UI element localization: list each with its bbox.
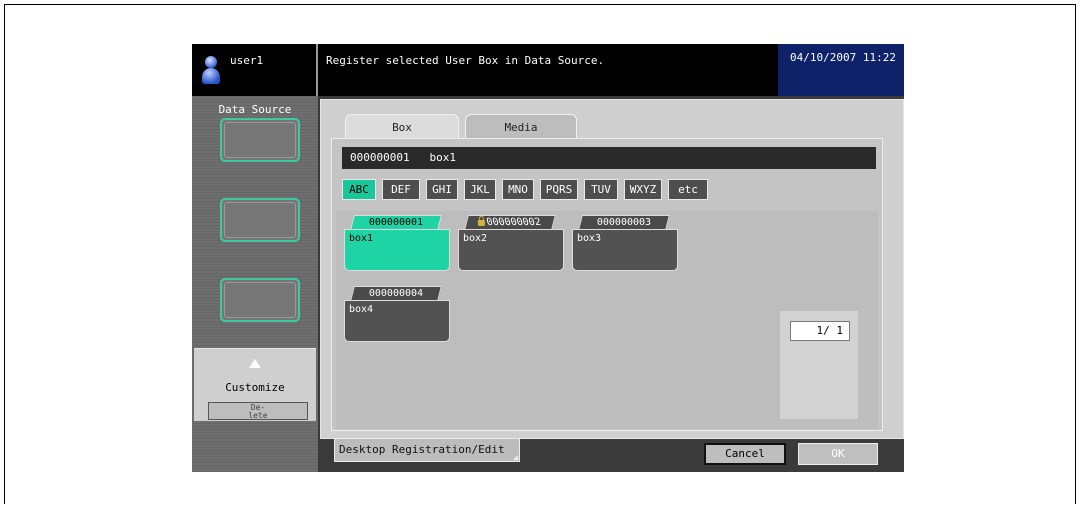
page-indicator-panel: 1/ 1 bbox=[780, 311, 858, 419]
ok-button[interactable]: OK bbox=[798, 443, 878, 465]
user-box-name: box4 bbox=[349, 304, 374, 315]
user-name: user1 bbox=[230, 54, 264, 67]
desktop-registration-button[interactable]: Desktop Registration/Edit bbox=[334, 438, 520, 462]
index-button-tuv[interactable]: TUV bbox=[584, 179, 618, 200]
user-box-name: box2 bbox=[463, 233, 488, 244]
tab-box[interactable]: Box bbox=[345, 114, 459, 140]
index-button-jkl[interactable]: JKL bbox=[464, 179, 496, 200]
customize-label: Customize bbox=[225, 381, 285, 394]
delete-label-line2: lete bbox=[248, 411, 268, 420]
index-button-wxyz[interactable]: WXYZ bbox=[624, 179, 662, 200]
user-indicator[interactable]: user1 bbox=[192, 44, 318, 96]
delete-button[interactable]: De- lete bbox=[208, 402, 308, 420]
index-button-abc[interactable]: ABC bbox=[342, 179, 376, 200]
selected-box-number: 000000001 bbox=[350, 151, 410, 164]
tab-media[interactable]: Media bbox=[465, 114, 577, 140]
message-area: Register selected User Box in Data Sourc… bbox=[318, 44, 778, 96]
data-source-slot-3[interactable] bbox=[220, 278, 300, 322]
index-button-pqrs[interactable]: PQRS bbox=[540, 179, 578, 200]
data-source-slot-2[interactable] bbox=[220, 198, 300, 242]
user-box-2[interactable]: 000000002 box2 bbox=[458, 215, 564, 271]
lock-icon bbox=[478, 220, 486, 226]
cancel-button[interactable]: Cancel bbox=[704, 443, 786, 465]
selected-box-display: 000000001 box1 bbox=[342, 147, 876, 169]
main-panel: Box Media 000000001 box1 ABC DEF GHI JKL… bbox=[320, 99, 904, 439]
page-number: 1/ 1 bbox=[790, 321, 850, 341]
user-box-4[interactable]: 000000004 box4 bbox=[344, 286, 450, 342]
user-box-name: box3 bbox=[577, 233, 602, 244]
user-box-number: 000000002 bbox=[485, 217, 543, 228]
user-box-1[interactable]: 000000001 box1 bbox=[344, 215, 450, 271]
user-box-number: 000000003 bbox=[596, 217, 651, 228]
message-text: Register selected User Box in Data Sourc… bbox=[326, 54, 605, 67]
user-box-list: 000000001 box1 000000002 box2 000000003 … bbox=[336, 211, 878, 429]
control-panel-screen: user1 Register selected User Box in Data… bbox=[192, 44, 904, 472]
selected-box-name: box1 bbox=[429, 151, 456, 164]
user-box-number: 000000004 bbox=[368, 288, 423, 299]
data-source-slot-1[interactable] bbox=[220, 118, 300, 162]
index-button-ghi[interactable]: GHI bbox=[426, 179, 458, 200]
user-box-3[interactable]: 000000003 box3 bbox=[572, 215, 678, 271]
index-button-mno[interactable]: MNO bbox=[502, 179, 534, 200]
delete-label-line1: De- bbox=[250, 403, 266, 412]
arrow-up-icon bbox=[249, 359, 261, 368]
index-button-etc[interactable]: etc bbox=[668, 179, 708, 200]
user-box-name: box1 bbox=[349, 233, 374, 244]
user-icon bbox=[202, 56, 220, 86]
box-tab-content: 000000001 box1 ABC DEF GHI JKL MNO PQRS … bbox=[331, 138, 883, 431]
datetime-text: 04/10/2007 11:22 bbox=[790, 51, 896, 64]
data-source-title: Data Source bbox=[218, 103, 292, 116]
index-button-def[interactable]: DEF bbox=[382, 179, 420, 200]
datetime-area: 04/10/2007 11:22 bbox=[778, 44, 904, 96]
user-box-number: 000000001 bbox=[368, 217, 423, 228]
